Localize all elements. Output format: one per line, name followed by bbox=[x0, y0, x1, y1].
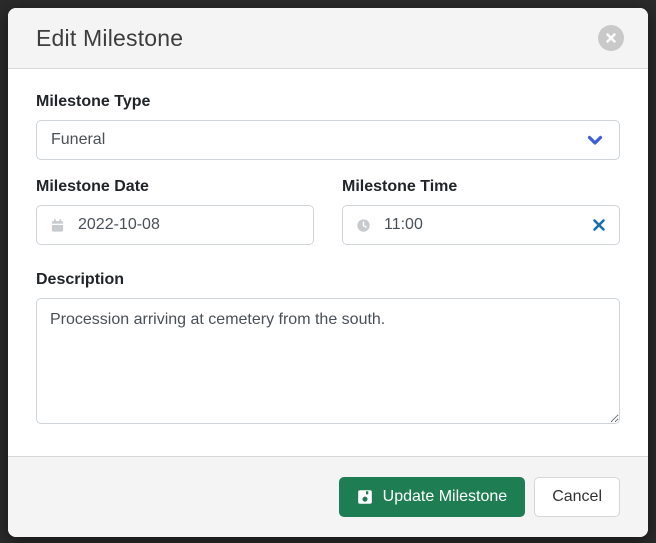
close-button[interactable] bbox=[598, 25, 624, 51]
x-clear-icon bbox=[592, 218, 606, 232]
dialog-footer: Update Milestone Cancel bbox=[8, 456, 648, 537]
dialog-title: Edit Milestone bbox=[36, 25, 626, 52]
milestone-time-field-wrap bbox=[342, 205, 620, 245]
cancel-label: Cancel bbox=[552, 488, 602, 506]
dialog-header: Edit Milestone bbox=[8, 8, 648, 69]
milestone-time-group: Milestone Time bbox=[342, 178, 620, 245]
update-milestone-button[interactable]: Update Milestone bbox=[339, 477, 526, 517]
clear-time-button[interactable] bbox=[592, 218, 606, 232]
milestone-date-input[interactable] bbox=[78, 216, 300, 234]
description-textarea[interactable]: Procession arriving at cemetery from the… bbox=[36, 298, 620, 424]
description-group: Description Procession arriving at cemet… bbox=[36, 271, 620, 424]
milestone-type-label: Milestone Type bbox=[36, 93, 620, 111]
milestone-date-group: Milestone Date bbox=[36, 178, 314, 245]
milestone-date-field-wrap bbox=[36, 205, 314, 245]
milestone-time-label: Milestone Time bbox=[342, 178, 620, 196]
edit-milestone-dialog: Edit Milestone Milestone Type Funeral bbox=[8, 8, 648, 537]
milestone-type-selected-value: Funeral bbox=[51, 131, 105, 149]
milestone-date-label: Milestone Date bbox=[36, 178, 314, 196]
chevron-down-icon bbox=[587, 135, 603, 146]
save-icon bbox=[357, 489, 373, 505]
dialog-body: Milestone Type Funeral Milestone Date bbox=[8, 69, 648, 456]
milestone-type-select[interactable]: Funeral bbox=[36, 120, 620, 160]
cancel-button[interactable]: Cancel bbox=[534, 477, 620, 517]
clock-icon bbox=[356, 218, 371, 233]
milestone-type-group: Milestone Type Funeral bbox=[36, 93, 620, 160]
x-circle-icon bbox=[605, 32, 617, 44]
milestone-time-input[interactable] bbox=[384, 216, 579, 234]
description-label: Description bbox=[36, 271, 620, 289]
date-time-row: Milestone Date Milestone Time bbox=[36, 178, 620, 245]
update-milestone-label: Update Milestone bbox=[383, 488, 508, 506]
calendar-icon bbox=[50, 218, 65, 233]
